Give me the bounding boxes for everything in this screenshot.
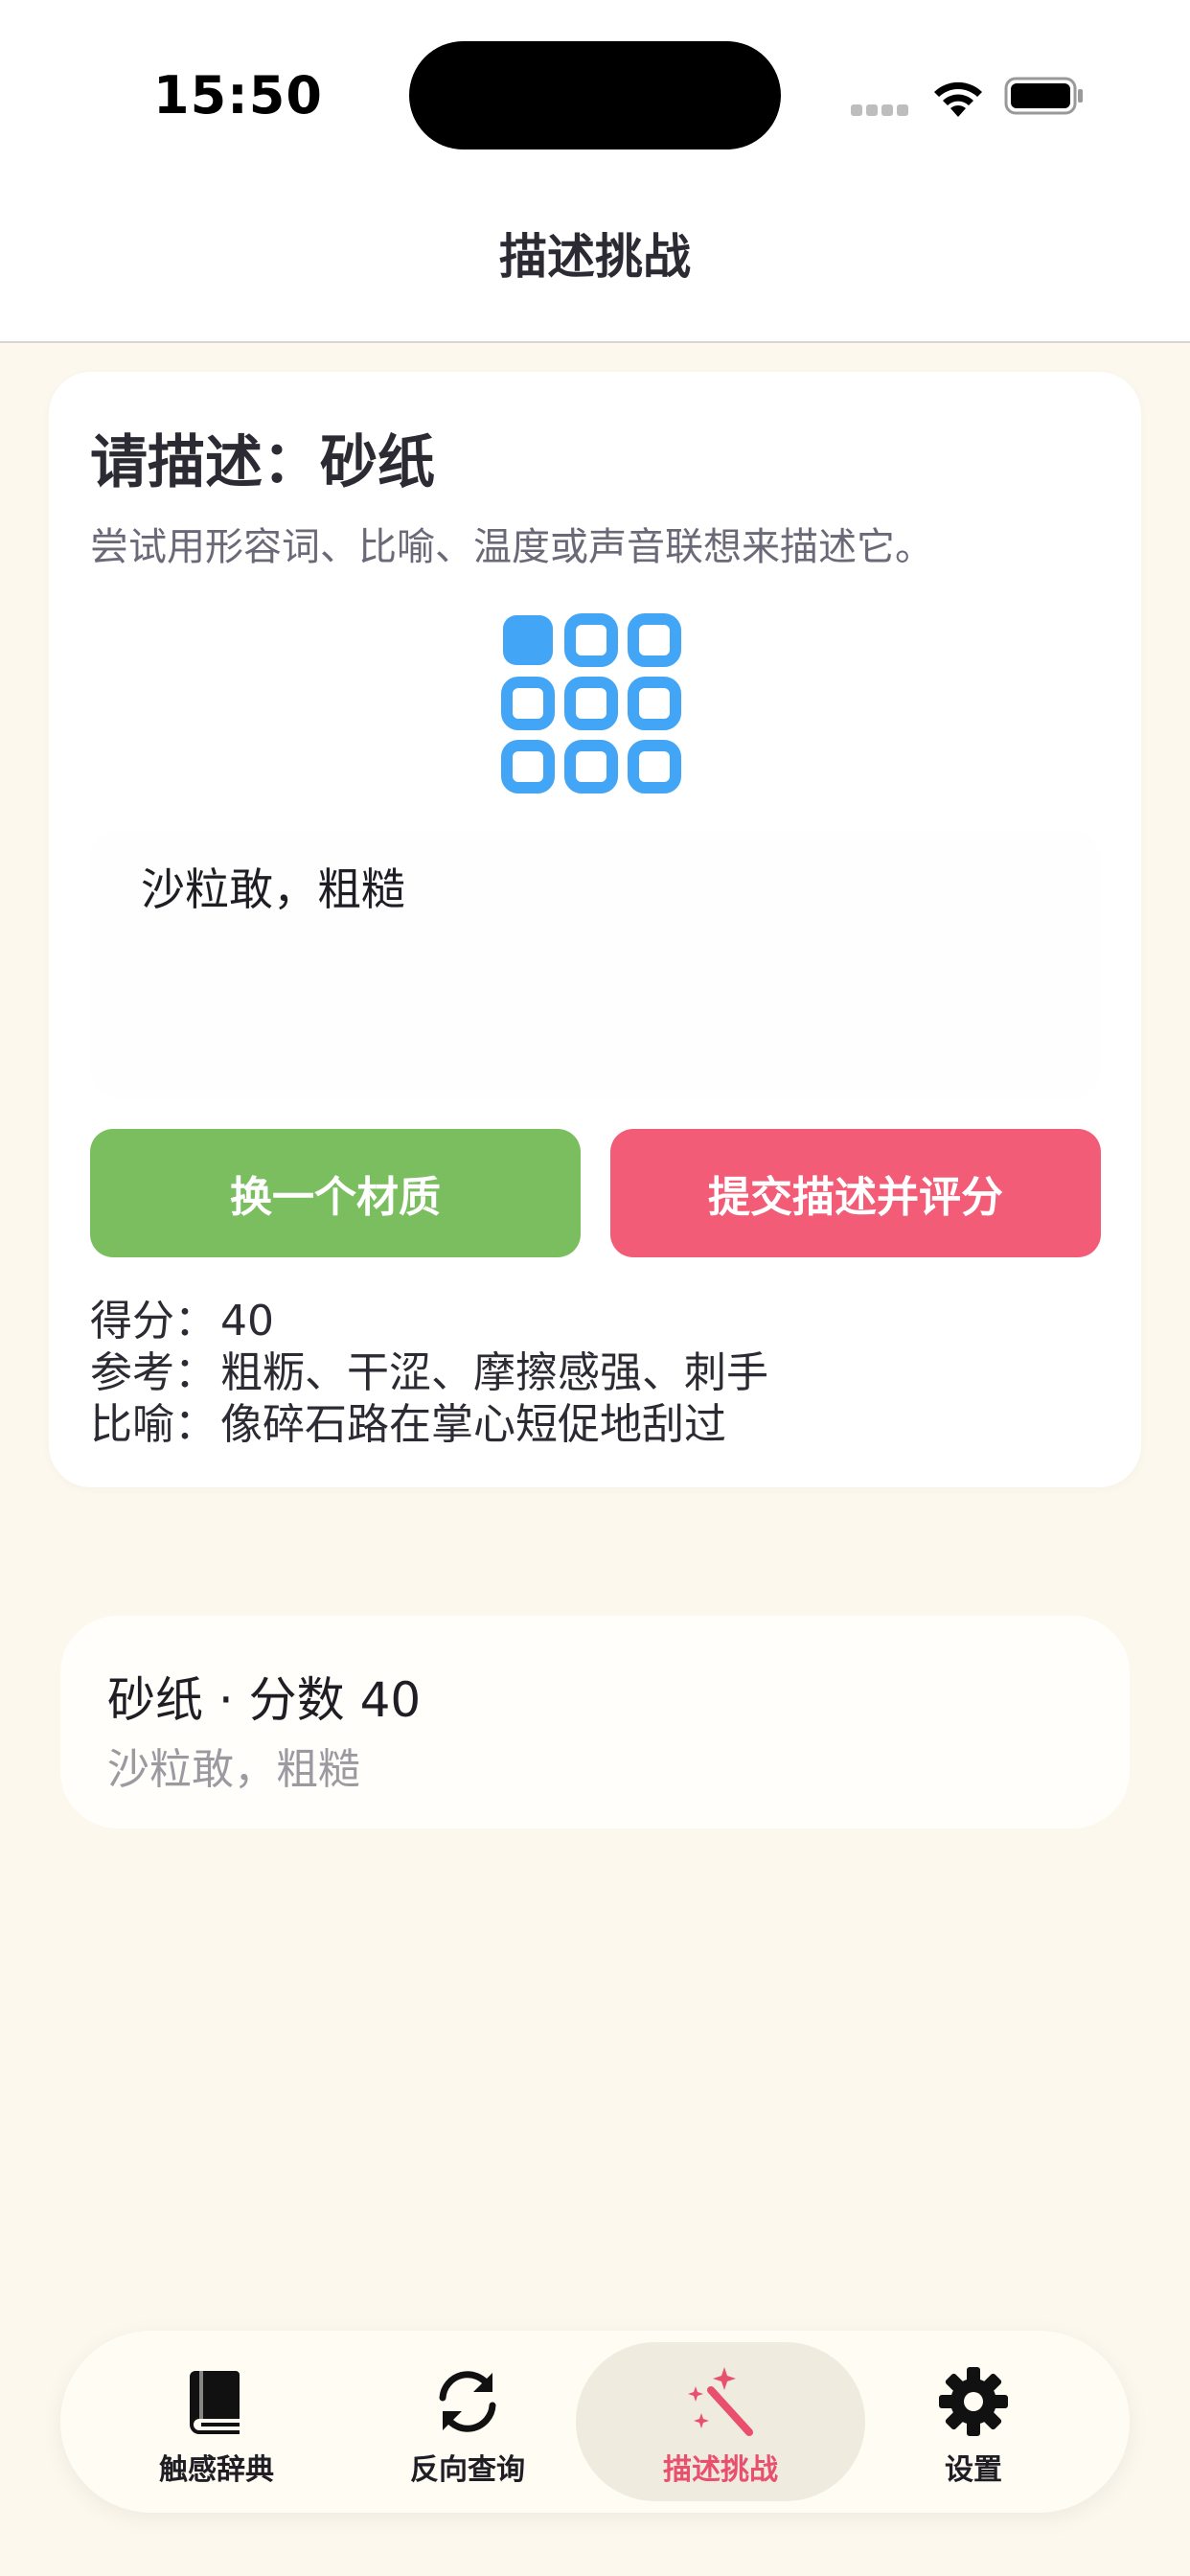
status-bar: 15:50 xyxy=(0,0,1190,172)
challenge-title: 请描述：砂纸 xyxy=(90,429,435,496)
refresh-icon xyxy=(439,2371,496,2432)
tab-settings[interactable]: 设置 xyxy=(848,2331,1099,2513)
wifi-icon xyxy=(934,81,982,117)
tab-label: 描述挑战 xyxy=(663,2453,778,2487)
navigation-bar: 描述挑战 xyxy=(0,172,1190,343)
metaphor-row: 比喻：像碎石路在掌心短促地刮过 xyxy=(90,1390,726,1451)
description-input-text: 沙粒敢，粗糙 xyxy=(141,863,405,915)
description-input[interactable]: 沙粒敢，粗糙 xyxy=(90,830,1100,1098)
magic-wand-icon xyxy=(688,2367,753,2436)
battery-icon xyxy=(1004,77,1083,115)
tab-description-challenge[interactable]: 描述挑战 xyxy=(595,2331,846,2513)
tab-bar: 触感辞典 反向查询 描述挑战 设置 xyxy=(60,2331,1130,2513)
tab-reverse-search[interactable]: 反向查询 xyxy=(342,2331,593,2513)
tab-label: 触感辞典 xyxy=(159,2453,274,2487)
tab-label: 设置 xyxy=(945,2453,1002,2487)
tab-label: 反向查询 xyxy=(410,2453,525,2487)
book-icon xyxy=(190,2371,240,2434)
history-item[interactable]: 砂纸 · 分数 40 沙粒敢，粗糙 xyxy=(60,1616,1130,1828)
metaphor-value: 像碎石路在掌心短促地刮过 xyxy=(220,1400,726,1449)
challenge-card: 请描述：砂纸 尝试用形容词、比喻、温度或声音联想来描述它。 沙粒敢，粗糙 换一个… xyxy=(49,372,1141,1487)
cellular-signal-icon xyxy=(851,102,912,120)
metaphor-label: 比喻： xyxy=(90,1400,217,1449)
gear-icon xyxy=(939,2367,1008,2436)
page-title: 描述挑战 xyxy=(499,229,691,285)
status-time: 15:50 xyxy=(153,65,323,126)
history-item-title: 砂纸 · 分数 40 xyxy=(107,1672,422,1728)
history-item-subtitle: 沙粒敢，粗糙 xyxy=(107,1745,360,1794)
dynamic-island xyxy=(409,41,781,150)
change-material-button[interactable]: 换一个材质 xyxy=(90,1129,581,1257)
grid-icon xyxy=(501,613,681,794)
challenge-hint: 尝试用形容词、比喻、温度或声音联想来描述它。 xyxy=(90,525,933,569)
tab-dictionary[interactable]: 触感辞典 xyxy=(91,2331,342,2513)
submit-score-button[interactable]: 提交描述并评分 xyxy=(610,1129,1101,1257)
